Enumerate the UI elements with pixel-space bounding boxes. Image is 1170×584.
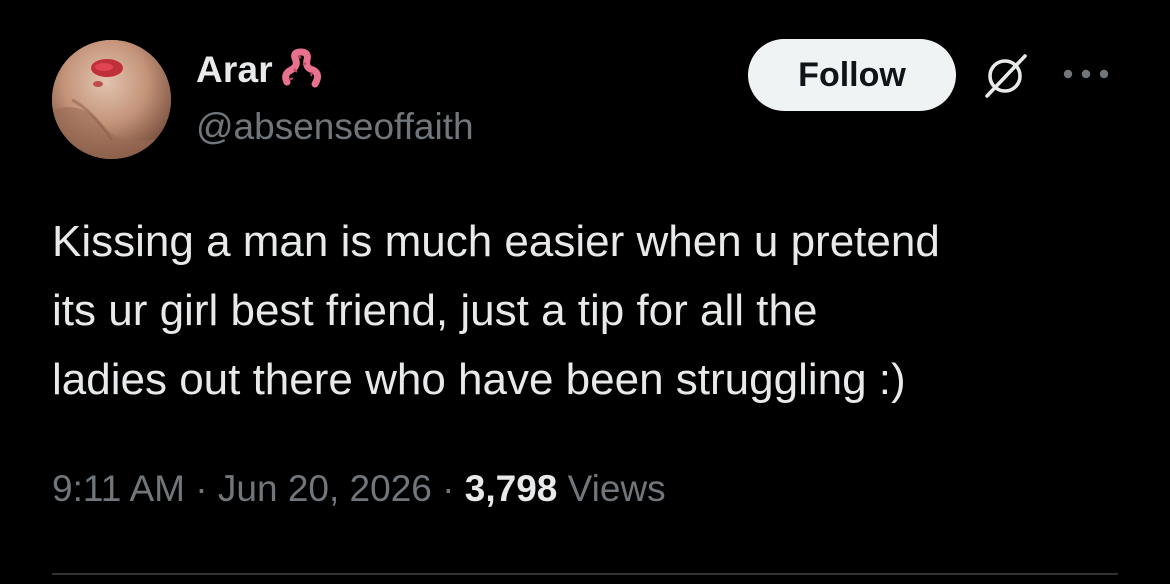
author-display-name[interactable]: Arar — [196, 49, 273, 91]
meta-separator: · — [442, 468, 455, 509]
follow-button[interactable]: Follow — [748, 39, 956, 111]
avatar-image — [52, 40, 171, 159]
avatar[interactable] — [52, 40, 171, 159]
tweet-text: Kissing a man is much easier when u pret… — [52, 207, 1132, 414]
tweet-meta: 9:11 AM · Jun 20, 2026 · 3,798 Views — [52, 468, 666, 510]
tweet-card: Arar @absenseoffaith Follow Kissing a ma… — [0, 0, 1170, 584]
tweet-text-line: its ur girl best friend, just a tip for … — [52, 286, 818, 335]
divider — [52, 573, 1118, 575]
meta-separator: · — [195, 468, 208, 509]
views-count: 3,798 — [464, 468, 558, 509]
tweet-date[interactable]: Jun 20, 2026 — [218, 468, 432, 509]
worm-emoji-icon — [279, 48, 323, 92]
more-icon[interactable] — [1060, 64, 1112, 84]
views-label: Views — [567, 468, 666, 509]
author-handle[interactable]: @absenseoffaith — [196, 106, 474, 148]
grok-icon[interactable] — [981, 50, 1031, 100]
tweet-text-line: ladies out there who have been strugglin… — [52, 355, 906, 404]
tweet-text-line: Kissing a man is much easier when u pret… — [52, 217, 940, 266]
tweet-time[interactable]: 9:11 AM — [52, 468, 185, 509]
author-name-row[interactable]: Arar — [196, 48, 323, 92]
